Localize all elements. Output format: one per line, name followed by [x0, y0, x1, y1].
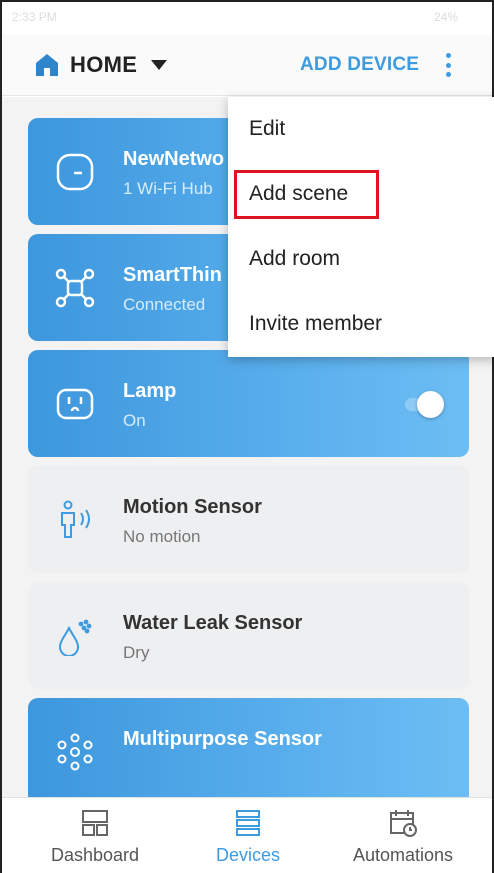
device-status: On: [123, 411, 146, 430]
menu-item-label: Edit: [249, 117, 286, 140]
menu-item-label: Invite member: [249, 312, 383, 335]
device-card[interactable]: Water Leak Sensor Dry: [28, 582, 469, 689]
menu-item-edit[interactable]: Edit: [228, 97, 494, 161]
device-card[interactable]: Lamp On: [28, 350, 469, 457]
device-name: Lamp: [123, 380, 177, 402]
menu-item-invite-member[interactable]: Invite member: [228, 292, 494, 356]
multipurpose-icon: [54, 731, 96, 773]
tab-devices[interactable]: Devices: [173, 798, 323, 873]
tab-automations[interactable]: Automations: [328, 798, 478, 873]
tab-label: Automations: [352, 845, 454, 865]
device-name: Motion Sensor: [123, 496, 262, 518]
dashboard-icon: [82, 810, 108, 836]
device-status: 1 Wi-Fi Hub: [123, 179, 213, 198]
more-options-icon[interactable]: [438, 50, 458, 80]
water-drop-icon: [54, 615, 96, 657]
network-icon: [54, 267, 96, 309]
automations-icon: [390, 810, 417, 837]
toggle-knob: [417, 391, 444, 418]
dropdown-arrow-icon: [151, 60, 168, 70]
add-device-button[interactable]: ADD DEVICE: [300, 54, 419, 76]
device-status: No motion: [123, 527, 201, 546]
device-card[interactable]: Multipurpose Sensor: [28, 698, 469, 797]
bottom-nav: Dashboard Devices Automations: [2, 797, 492, 873]
device-status: Connected: [123, 295, 206, 314]
tab-label: Dashboard: [50, 845, 140, 865]
status-bar: 2:33 PM 24%: [2, 2, 492, 34]
status-battery: 24%: [434, 10, 459, 24]
overflow-menu: Edit Add scene Add room Invite member: [228, 97, 494, 357]
devices-icon: [236, 810, 260, 836]
location-selector[interactable]: HOME: [34, 50, 168, 80]
device-status: Dry: [123, 643, 150, 662]
tab-dashboard[interactable]: Dashboard: [20, 798, 170, 873]
device-name: NewNetwo: [123, 148, 225, 170]
highlight-box: [234, 170, 379, 219]
hub-icon: [54, 151, 96, 193]
app-bar: HOME ADD DEVICE: [2, 34, 492, 96]
location-title: HOME: [70, 52, 138, 77]
motion-icon: [54, 499, 96, 541]
power-toggle[interactable]: [401, 391, 445, 418]
device-card[interactable]: Motion Sensor No motion: [28, 466, 469, 573]
home-icon: [36, 54, 58, 76]
menu-item-label: Add room: [249, 247, 341, 270]
device-name: Multipurpose Sensor: [123, 728, 322, 750]
status-time: 2:33 PM: [12, 10, 57, 24]
device-name: Water Leak Sensor: [123, 612, 303, 634]
outlet-icon: [54, 383, 96, 425]
tab-label: Devices: [215, 845, 281, 865]
device-name: SmartThin: [123, 264, 222, 286]
menu-item-add-room[interactable]: Add room: [228, 227, 494, 291]
